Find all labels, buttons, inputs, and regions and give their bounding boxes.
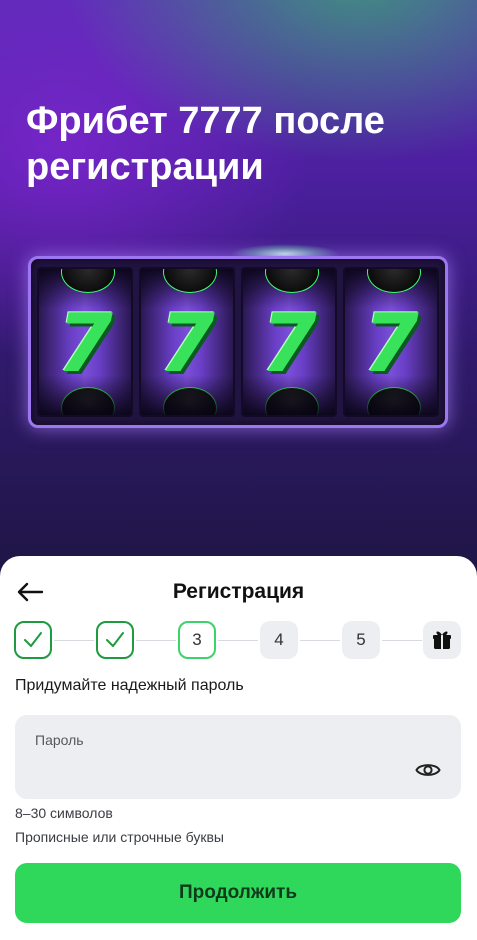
reel-symbol: 7 bbox=[363, 297, 419, 390]
step-2-done bbox=[96, 621, 134, 659]
password-prompt: Придумайте надежный пароль bbox=[15, 677, 244, 694]
slot-reel: 7 bbox=[139, 267, 235, 417]
ball-icon bbox=[367, 387, 421, 415]
promo-title: Фрибет 7777 после регистрации bbox=[26, 100, 385, 188]
check-icon bbox=[24, 632, 42, 647]
step-3-current: 3 bbox=[178, 621, 216, 659]
step-1-done bbox=[14, 621, 52, 659]
step-connector bbox=[382, 640, 422, 641]
ball-icon bbox=[367, 269, 421, 293]
reel-symbol: 7 bbox=[57, 297, 113, 390]
ball-icon bbox=[61, 387, 115, 415]
step-connector bbox=[218, 640, 258, 641]
ball-icon bbox=[163, 269, 217, 293]
step-5: 5 bbox=[342, 621, 380, 659]
page-title: Регистрация bbox=[172, 580, 305, 603]
password-rule-letters: Прописные или строчные буквы bbox=[15, 829, 224, 845]
ball-icon bbox=[265, 387, 319, 415]
continue-button[interactable]: Продолжить bbox=[15, 863, 461, 923]
registration-stepper: 3 4 5 bbox=[14, 621, 461, 661]
ball-icon bbox=[61, 269, 115, 293]
step-connector bbox=[54, 640, 94, 641]
check-icon bbox=[106, 632, 124, 647]
promo-banner: Фрибет 7777 после регистрации 7 7 7 7 bbox=[0, 0, 477, 600]
slot-reel: 7 bbox=[343, 267, 439, 417]
ball-icon bbox=[265, 269, 319, 293]
slot-machine-image: 7 7 7 7 bbox=[28, 256, 448, 428]
step-4: 4 bbox=[260, 621, 298, 659]
reel-symbol: 7 bbox=[159, 297, 215, 390]
step-connector bbox=[136, 640, 176, 641]
slot-reel: 7 bbox=[241, 267, 337, 417]
step-bonus bbox=[423, 621, 461, 659]
password-placeholder: Пароль bbox=[35, 732, 84, 748]
step-connector bbox=[300, 640, 340, 641]
slot-reel: 7 bbox=[37, 267, 133, 417]
gift-icon bbox=[433, 631, 451, 649]
ball-icon bbox=[163, 387, 217, 415]
eye-icon bbox=[415, 764, 441, 776]
reel-symbol: 7 bbox=[261, 297, 317, 390]
show-password-button[interactable] bbox=[413, 755, 443, 785]
password-field[interactable]: Пароль bbox=[15, 715, 461, 799]
password-rule-length: 8–30 символов bbox=[15, 805, 113, 821]
